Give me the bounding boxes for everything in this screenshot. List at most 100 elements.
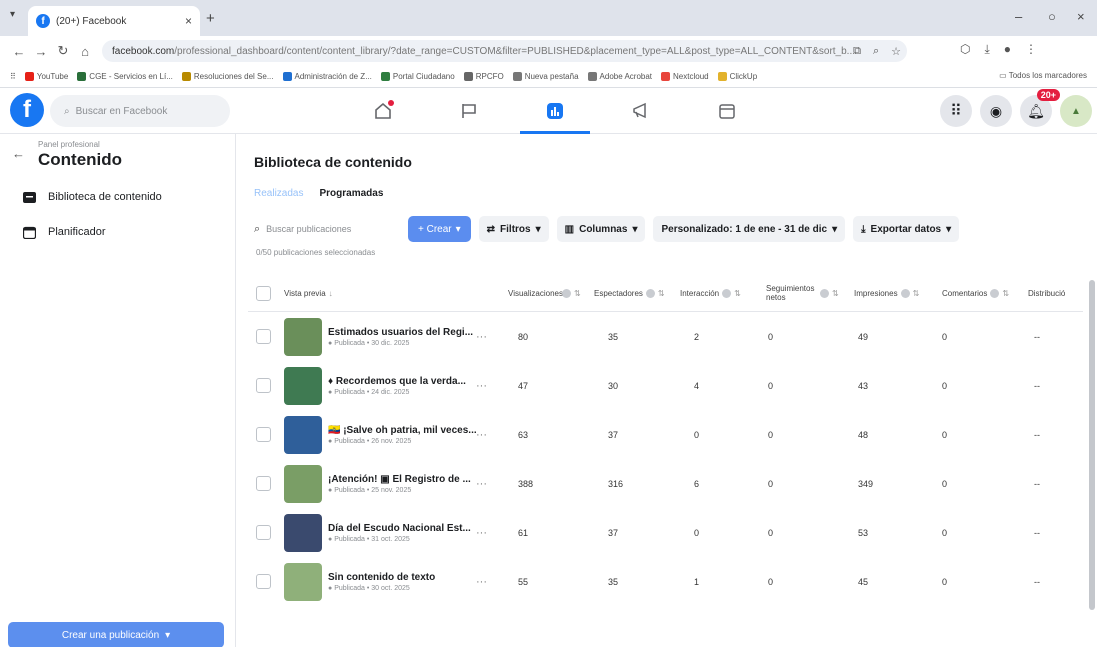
row-more-options[interactable]: ··· (476, 557, 487, 606)
column-net-follows[interactable]: Seguimientos netos (766, 274, 816, 312)
post-info[interactable]: ♦ Recordemos que la verda... ● Publicada… (328, 361, 466, 410)
row-more-options[interactable]: ··· (476, 312, 487, 361)
column-distribution[interactable]: Distribució (1028, 274, 1065, 312)
notifications-button[interactable]: 🔔︎ 20+ (1020, 89, 1060, 127)
extensions-icon[interactable]: ⬡ (960, 42, 970, 57)
facebook-search-input[interactable]: ⌕ Buscar en Facebook (50, 95, 230, 127)
account-avatar[interactable]: ▲ (1060, 95, 1092, 127)
table-row[interactable]: ¡Atención! ▣ El Registro de ... ● Public… (248, 459, 1083, 508)
nav-professional-dashboard[interactable] (512, 92, 598, 134)
select-all-checkbox[interactable] (256, 274, 271, 312)
row-checkbox[interactable] (256, 361, 271, 410)
nav-pages[interactable] (426, 92, 512, 130)
minimize-icon[interactable]: – (1015, 9, 1022, 24)
back-icon[interactable]: ← (8, 44, 30, 59)
table-row[interactable]: 🇪🇨 ¡Salve oh patria, mil veces... ● Publ… (248, 410, 1083, 459)
column-viewers[interactable]: Espectadores ⇅ (594, 274, 665, 312)
post-thumbnail[interactable] (284, 312, 322, 361)
bookmark-nueva-pestana[interactable]: Nueva pestaña (512, 72, 579, 81)
filters-button[interactable]: ⇄ Filtros ▾ (478, 216, 549, 242)
tab-search-icon[interactable]: ▾ (10, 9, 24, 23)
close-window-icon[interactable]: × (1077, 9, 1085, 24)
all-bookmarks[interactable]: ▭ Todos los marcadores (999, 71, 1087, 80)
row-more-options[interactable]: ··· (476, 508, 487, 557)
menu-button[interactable]: ⠿ (940, 95, 972, 127)
menu-kebab-icon[interactable]: ⋮ (1025, 42, 1037, 57)
close-tab-icon[interactable]: × (185, 14, 192, 28)
search-posts-input[interactable]: ⌕ Buscar publicaciones (248, 216, 400, 242)
column-views-info[interactable]: ⇅ (562, 274, 581, 312)
bookmark-resoluciones[interactable]: Resoluciones del Se... (181, 72, 274, 81)
create-button[interactable]: + Crear ▾ (408, 216, 471, 242)
post-thumbnail[interactable] (284, 508, 322, 557)
bookmark-youtube[interactable]: YouTube (24, 72, 68, 81)
row-checkbox[interactable] (256, 312, 271, 361)
browser-tab[interactable]: f (20+) Facebook × (28, 6, 200, 36)
reload-icon[interactable]: ↻ (52, 43, 74, 59)
bookmark-administracion[interactable]: Administración de Z... (282, 72, 372, 81)
post-thumbnail[interactable] (284, 459, 322, 508)
back-arrow-icon[interactable]: ← (12, 146, 25, 161)
facebook-logo[interactable]: f (10, 93, 44, 127)
bookmark-star-icon[interactable]: ☆ (891, 45, 901, 58)
apps-grid-icon[interactable]: ⠿ (10, 72, 16, 81)
messenger-button[interactable]: ◉ (980, 95, 1012, 127)
post-info[interactable]: Sin contenido de texto ● Publicada • 30 … (328, 557, 435, 606)
restore-icon[interactable]: ○ (1048, 9, 1056, 24)
column-interaction[interactable]: Interacción ⇅ (680, 274, 741, 312)
sidebar-item-planner[interactable]: Planificador (22, 225, 105, 239)
vertical-scrollbar[interactable] (1089, 280, 1095, 610)
create-post-button[interactable]: Crear una publicación ▾ (8, 622, 224, 647)
bookmark-adobe-acrobat[interactable]: Adobe Acrobat (587, 72, 652, 81)
post-thumbnail[interactable] (284, 410, 322, 459)
forward-icon[interactable]: → (30, 44, 52, 59)
row-checkbox[interactable] (256, 410, 271, 459)
sidebar-eyebrow[interactable]: Panel profesional (38, 140, 100, 149)
post-status: ● Publicada • 24 dic. 2025 (328, 388, 410, 396)
bookmark-cge[interactable]: CGE - Servicios en Lí... (77, 72, 173, 81)
post-info[interactable]: Día del Escudo Nacional Est... ● Publica… (328, 508, 471, 557)
export-data-button[interactable]: ⤓ Exportar datos ▾ (853, 216, 960, 242)
column-views[interactable]: Visualizaciones (508, 274, 564, 312)
post-thumbnail[interactable] (284, 557, 322, 606)
sidebar-item-content-library[interactable]: Biblioteca de contenido (22, 190, 162, 204)
nav-events[interactable] (684, 92, 770, 130)
column-comments[interactable]: Comentarios ⇅ (942, 274, 1009, 312)
zoom-icon[interactable]: ⌕ (873, 45, 879, 58)
home-icon[interactable]: ⌂ (74, 44, 96, 59)
install-icon[interactable]: ⧉ (853, 45, 861, 58)
bookmark-nextcloud[interactable]: Nextcloud (661, 72, 709, 81)
row-more-options[interactable]: ··· (476, 410, 487, 459)
post-info[interactable]: Estimados usuarios del Regi... ● Publica… (328, 312, 473, 361)
row-more-options[interactable]: ··· (476, 459, 487, 508)
row-more-options[interactable]: ··· (476, 361, 487, 410)
row-checkbox[interactable] (256, 508, 271, 557)
tab-scheduled[interactable]: Programadas (319, 188, 383, 204)
nav-home[interactable] (340, 92, 426, 130)
bookmark-clickup[interactable]: ClickUp (717, 72, 757, 81)
new-tab-icon[interactable]: + (206, 10, 215, 27)
column-preview[interactable]: Vista previa ↓ (284, 274, 333, 312)
column-impressions[interactable]: Impresiones ⇅ (854, 274, 919, 312)
profile-icon[interactable]: ● (1004, 42, 1011, 57)
table-row[interactable]: ♦ Recordemos que la verda... ● Publicada… (248, 361, 1083, 410)
columns-button[interactable]: ▥ Columnas ▾ (556, 216, 646, 242)
url-field[interactable]: facebook.com/professional_dashboard/cont… (102, 40, 907, 62)
info-icon (990, 288, 1000, 298)
post-info[interactable]: 🇪🇨 ¡Salve oh patria, mil veces... ● Publ… (328, 410, 477, 459)
table-row[interactable]: Estimados usuarios del Regi... ● Publica… (248, 312, 1083, 361)
bookmark-rpcfo[interactable]: RPCFO (463, 72, 504, 81)
facebook-header: f ⌕ Buscar en Facebook ⠿ ◉ 🔔︎ 20+ ▲ (0, 88, 1097, 134)
post-thumbnail[interactable] (284, 361, 322, 410)
nav-ads[interactable] (598, 92, 684, 130)
column-net-follows-info[interactable]: ⇅ (820, 274, 839, 312)
post-info[interactable]: ¡Atención! ▣ El Registro de ... ● Public… (328, 459, 471, 508)
row-checkbox[interactable] (256, 557, 271, 606)
date-range-button[interactable]: Personalizado: 1 de ene - 31 de dic ▾ (653, 216, 846, 242)
table-row[interactable]: Sin contenido de texto ● Publicada • 30 … (248, 557, 1083, 606)
download-icon[interactable]: ⤓ (984, 42, 989, 57)
table-row[interactable]: Día del Escudo Nacional Est... ● Publica… (248, 508, 1083, 557)
tab-published[interactable]: Realizadas (254, 188, 303, 204)
bookmark-portal-ciudadano[interactable]: Portal Ciudadano (380, 72, 455, 81)
row-checkbox[interactable] (256, 459, 271, 508)
